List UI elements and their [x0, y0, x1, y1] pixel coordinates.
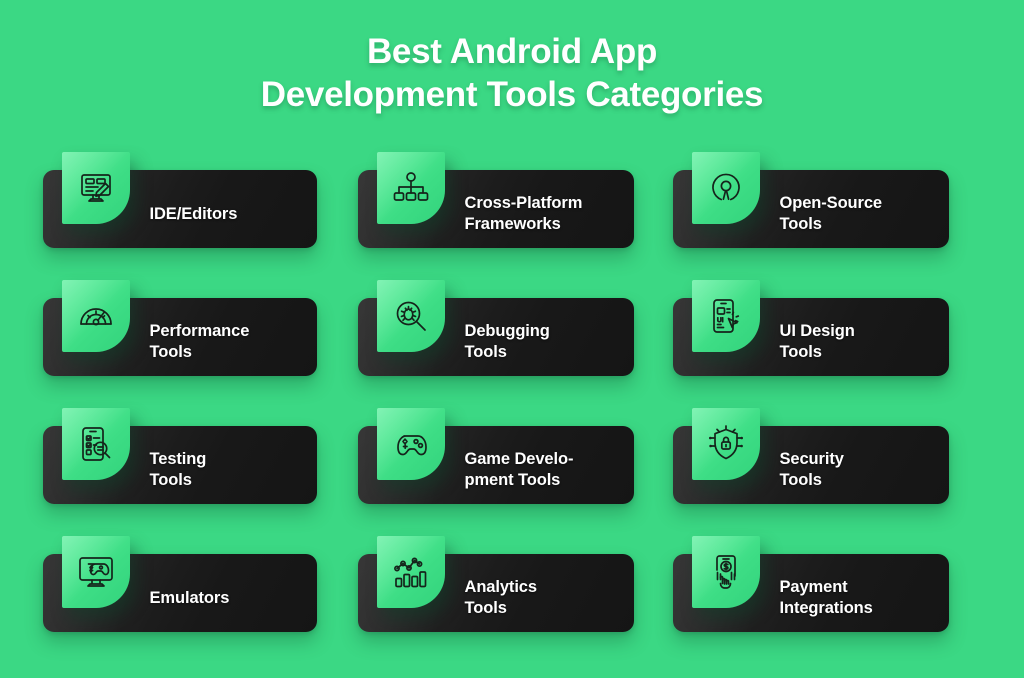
category-cell: Cross-Platform Frameworks: [355, 150, 670, 278]
phone-ui-cursor-icon: UI: [691, 280, 760, 352]
category-cell: Analytics Tools: [355, 534, 670, 662]
category-cell: Testing Tools: [40, 406, 355, 534]
category-cell: Emulators: [40, 534, 355, 662]
phone-checklist-magnifier-icon: [61, 408, 130, 480]
category-grid: IDE/Editors Cross-Platform Frameworks Op…: [0, 150, 1024, 662]
page-title: Best Android App Development Tools Categ…: [0, 0, 1024, 116]
page-title-line-1: Best Android App: [366, 32, 658, 71]
category-cell: Payment Integrations: [670, 534, 985, 662]
magnifier-bug-icon: [376, 280, 445, 352]
page-title-line-2: Development Tools Categories: [260, 75, 764, 114]
shield-lock-circuit-icon: [691, 408, 760, 480]
category-cell: Security Tools: [670, 406, 985, 534]
category-cell: Open-Source Tools: [670, 150, 985, 278]
open-source-logo-icon: [691, 152, 760, 224]
category-cell: Game Develo- pment Tools: [355, 406, 670, 534]
monitor-pencil-icon: [61, 152, 130, 224]
gamepad-icon: [376, 408, 445, 480]
svg-text:UI: UI: [717, 317, 724, 324]
category-cell: UI UI Design Tools: [670, 278, 985, 406]
category-cell: Debugging Tools: [355, 278, 670, 406]
bar-chart-line-icon: [376, 536, 445, 608]
monitor-gamepad-icon: [61, 536, 130, 608]
sitemap-hierarchy-icon: [376, 152, 445, 224]
speedometer-gauge-icon: [61, 280, 130, 352]
phone-hand-dollar-icon: [691, 536, 760, 608]
category-cell: Performance Tools: [40, 278, 355, 406]
category-cell: IDE/Editors: [40, 150, 355, 278]
